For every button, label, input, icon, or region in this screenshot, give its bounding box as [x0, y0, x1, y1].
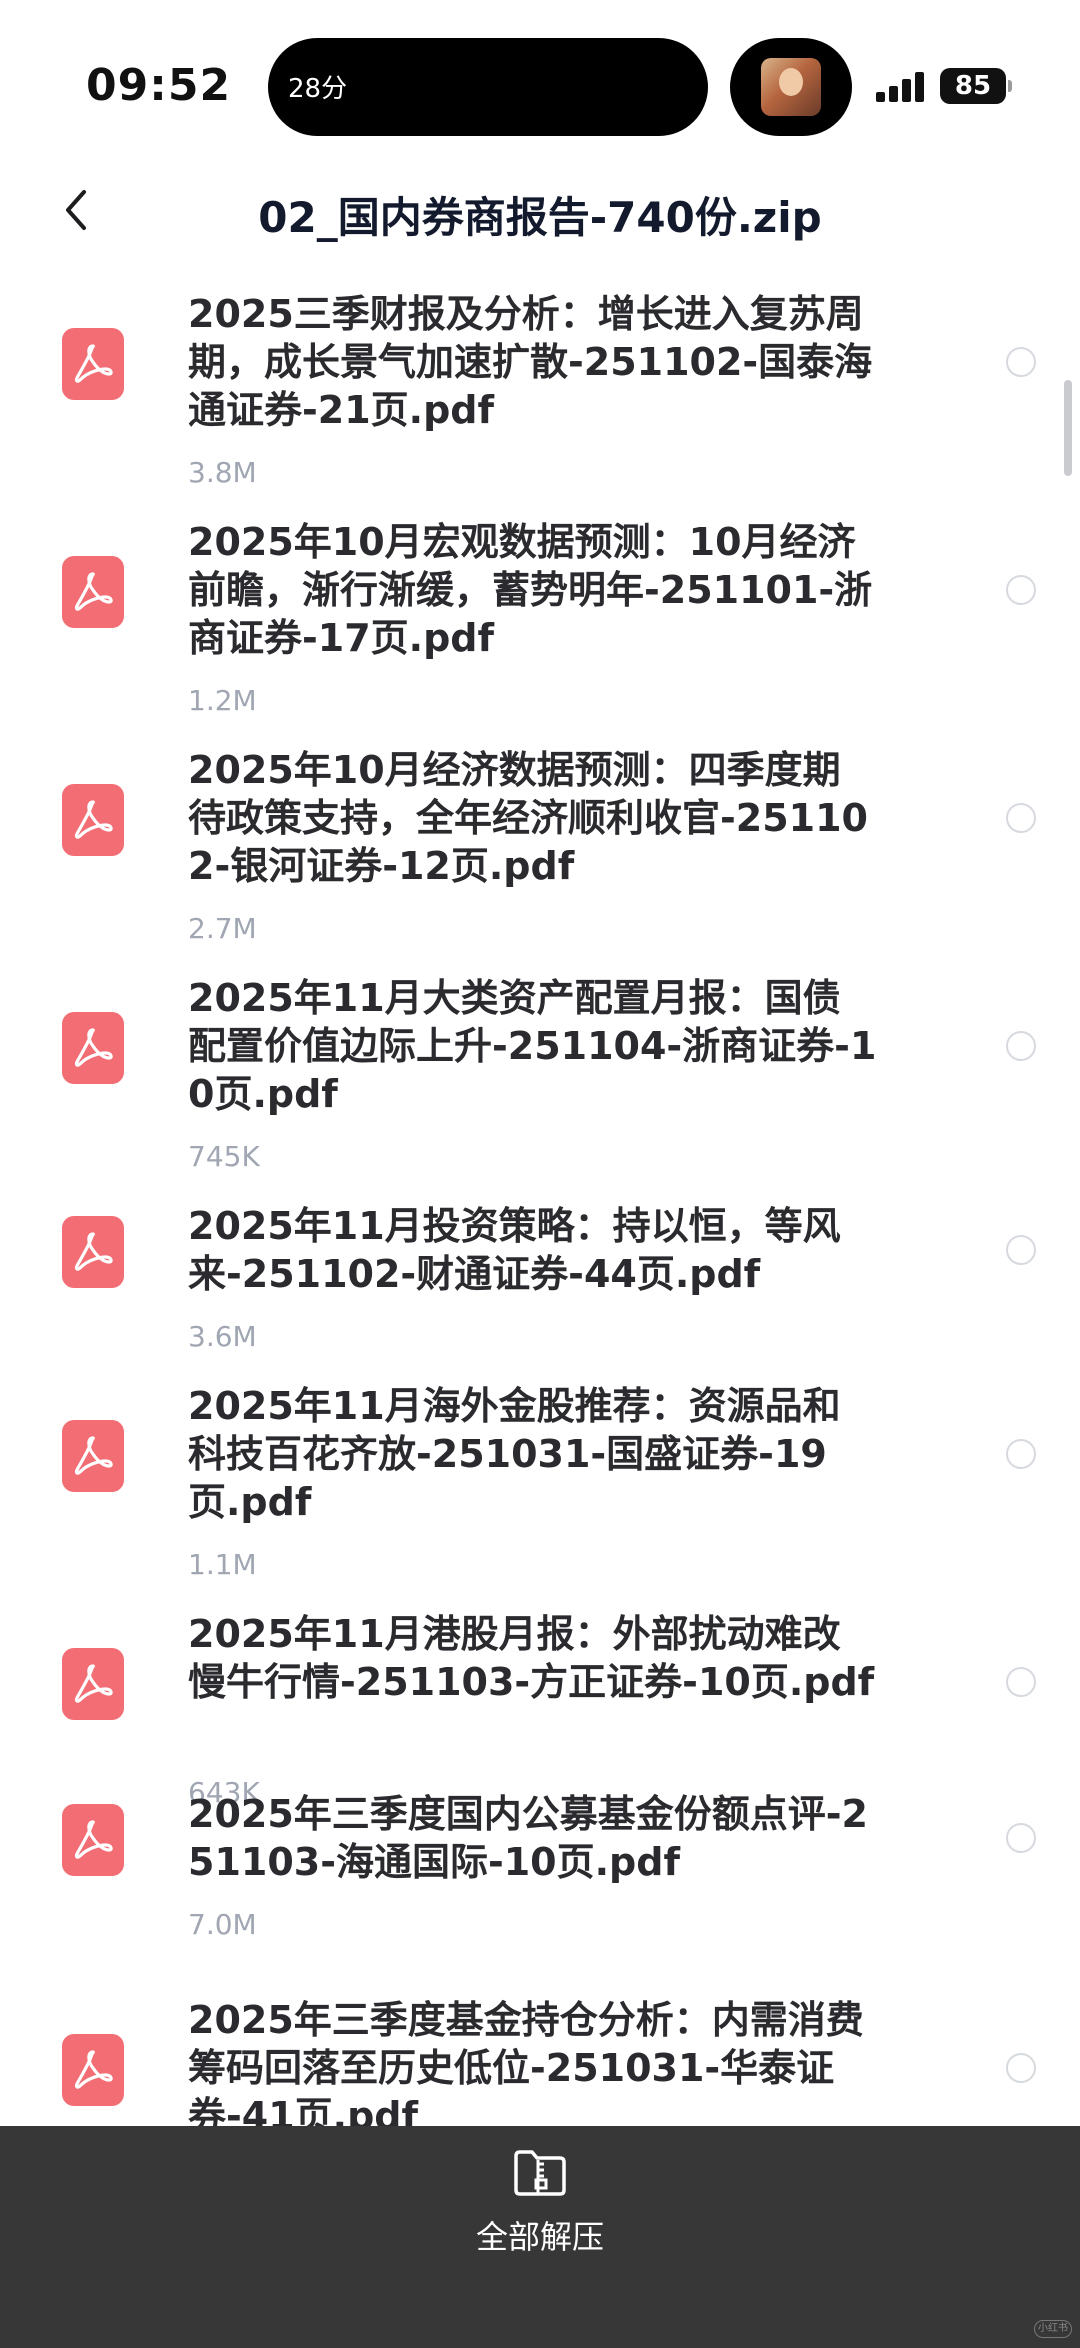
pdf-file-icon [62, 556, 124, 628]
select-checkbox[interactable] [1006, 1235, 1036, 1265]
back-button[interactable] [56, 180, 100, 240]
dynamic-island-media[interactable] [730, 38, 852, 136]
file-list-item[interactable]: 2025年11月港股月报：外部扰动难改慢牛行情-251103-方正证券-10页.… [0, 1610, 1080, 1814]
battery-level: 85 [954, 71, 992, 101]
file-name: 2025年11月海外金股推荐：资源品和科技百花齐放-251031-国盛证券-19… [188, 1384, 841, 1524]
dynamic-island[interactable]: 28分 [268, 38, 708, 136]
select-checkbox[interactable] [1006, 347, 1036, 377]
zip-extract-icon [514, 2150, 566, 2196]
battery-icon: 85 [940, 68, 1006, 104]
pdf-file-icon [62, 328, 124, 400]
file-name: 2025年三季度国内公募基金份额点评-251103-海通国际-10页.pdf [188, 1792, 868, 1884]
status-bar: 09:52 28分 85 [0, 0, 1080, 150]
pdf-file-icon [62, 2034, 124, 2106]
nav-header: 02_国内券商报告-740份.zip [0, 170, 1080, 250]
pdf-file-icon [62, 1216, 124, 1288]
file-name: 2025年10月宏观数据预测：10月经济前瞻，渐行渐缓，蓄势明年-251101-… [188, 520, 873, 660]
file-list-item[interactable]: 2025年11月大类资产配置月报：国债配置价值边际上升-251104-浙商证券-… [0, 974, 1080, 1178]
select-checkbox[interactable] [1006, 1439, 1036, 1469]
file-list-item[interactable]: 2025年三季度国内公募基金份额点评-251103-海通国际-10页.pdf 7.… [0, 1790, 1080, 1946]
file-size: 2.7M [188, 912, 257, 945]
file-name: 2025年三季度基金持仓分析：内需消费筹码回落至历史低位-251031-华泰证券… [188, 1998, 864, 2138]
select-checkbox[interactable] [1006, 1031, 1036, 1061]
file-list-item[interactable]: 2025年11月投资策略：持以恒，等风来-251102-财通证券-44页.pdf… [0, 1202, 1080, 1358]
pdf-file-icon [62, 1648, 124, 1720]
file-list-item[interactable]: 2025年10月宏观数据预测：10月经济前瞻，渐行渐缓，蓄势明年-251101-… [0, 518, 1080, 722]
file-size: 1.1M [188, 1548, 257, 1581]
bottom-action-bar: 全部解压 [0, 2126, 1080, 2348]
select-checkbox[interactable] [1006, 575, 1036, 605]
watermark: 小红书 [1034, 2320, 1072, 2338]
pdf-file-icon [62, 1804, 124, 1876]
file-name: 2025年11月港股月报：外部扰动难改慢牛行情-251103-方正证券-10页.… [188, 1612, 875, 1704]
file-list-item[interactable]: 2025年10月经济数据预测：四季度期待政策支持，全年经济顺利收官-251102… [0, 746, 1080, 950]
file-name: 2025三季财报及分析：增长进入复苏周期，成长景气加速扩散-251102-国泰海… [188, 292, 873, 432]
back-arrow-icon [66, 190, 86, 230]
select-checkbox[interactable] [1006, 1823, 1036, 1853]
pdf-file-icon [62, 784, 124, 856]
select-checkbox[interactable] [1006, 1667, 1036, 1697]
file-list-item[interactable]: 2025年11月海外金股推荐：资源品和科技百花齐放-251031-国盛证券-19… [0, 1382, 1080, 1586]
file-size: 1.2M [188, 684, 257, 717]
file-name: 2025年10月经济数据预测：四季度期待政策支持，全年经济顺利收官-251102… [188, 748, 868, 888]
media-thumbnail [761, 58, 821, 116]
file-name: 2025年11月投资策略：持以恒，等风来-251102-财通证券-44页.pdf [188, 1204, 841, 1296]
file-size: 745K [188, 1140, 260, 1173]
battery-cap [1008, 80, 1012, 92]
status-time: 09:52 [86, 60, 232, 111]
file-name: 2025年11月大类资产配置月报：国债配置价值边际上升-251104-浙商证券-… [188, 976, 877, 1116]
file-list-item[interactable]: 2025三季财报及分析：增长进入复苏周期，成长景气加速扩散-251102-国泰海… [0, 290, 1080, 494]
page-title: 02_国内券商报告-740份.zip [258, 193, 822, 242]
file-size: 3.8M [188, 456, 257, 489]
pdf-file-icon [62, 1012, 124, 1084]
scrollbar[interactable] [1064, 380, 1072, 476]
extract-all-label: 全部解压 [475, 2218, 604, 2256]
island-timer-text: 28分 [288, 74, 348, 104]
pdf-file-icon [62, 1420, 124, 1492]
cellular-signal-icon [876, 72, 926, 102]
file-size: 7.0M [188, 1908, 257, 1941]
select-checkbox[interactable] [1006, 803, 1036, 833]
select-checkbox[interactable] [1006, 2053, 1036, 2083]
file-size: 3.6M [188, 1320, 257, 1353]
extract-all-button[interactable]: 全部解压 [440, 2146, 640, 2256]
